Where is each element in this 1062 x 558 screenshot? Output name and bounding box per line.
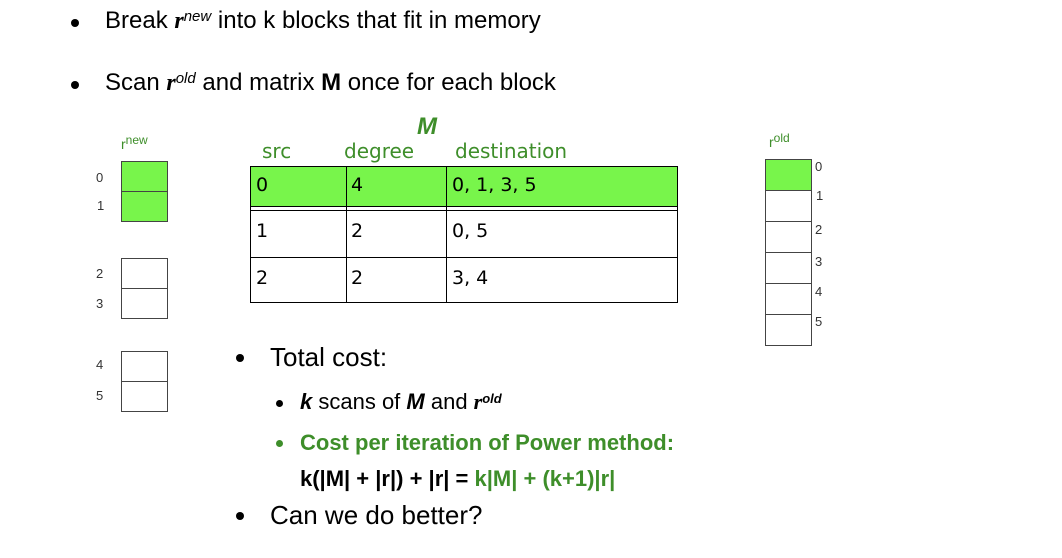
rnew-index: 4 <box>96 357 104 372</box>
rold-index: 0 <box>815 159 823 174</box>
rold-cell-5 <box>765 314 812 346</box>
sub-bullet-k-scans: k scans of M and rold <box>300 389 502 414</box>
rold-cell-4 <box>765 283 812 315</box>
bullet-dot <box>236 354 244 362</box>
rnew-cell-0 <box>121 161 168 192</box>
table-cell-src: 2 <box>256 267 269 289</box>
table-cell-destination: 0, 5 <box>452 220 489 242</box>
rold-index: 1 <box>816 188 824 203</box>
can-we-do-better: Can we do better? <box>270 500 483 530</box>
table-cell-degree: 4 <box>351 174 364 196</box>
cost-formula: k(|M| + |r|) + |r| = k|M| + (k+1)|r| <box>300 466 616 491</box>
rnew-index: 5 <box>96 388 104 403</box>
total-cost-heading: Total cost: <box>270 342 388 372</box>
rold-label: rold <box>769 131 790 150</box>
rold-index: 2 <box>815 222 823 237</box>
rnew-index: 3 <box>96 296 104 311</box>
rold-cell-3 <box>765 252 812 284</box>
rold-index: 4 <box>815 284 823 299</box>
bullet-scan-rold: Scan rold and matrix M once for each blo… <box>105 69 556 96</box>
rnew-cell-1 <box>121 191 168 222</box>
rnew-index: 0 <box>96 170 104 185</box>
matrix-title: M <box>417 113 437 140</box>
sub-bullet-dot <box>276 400 283 407</box>
table-cell-src: 0 <box>256 174 269 196</box>
rnew-cell-4 <box>121 351 168 382</box>
header-destination: destination <box>455 139 568 163</box>
rold-index: 5 <box>815 314 823 329</box>
table-cell-degree: 2 <box>351 267 364 289</box>
header-degree: degree <box>344 139 415 163</box>
rold-cell-2 <box>765 221 812 253</box>
rnew-index: 2 <box>96 266 104 281</box>
bullet-dot <box>71 19 79 27</box>
rold-cell-0 <box>765 159 812 191</box>
rnew-cell-3 <box>121 288 168 319</box>
bullet-dot <box>236 512 244 520</box>
table-cell-src: 1 <box>256 220 269 242</box>
table-cell-degree: 2 <box>351 220 364 242</box>
sub-bullet-dot <box>276 440 283 447</box>
rold-cell-1 <box>765 190 812 222</box>
rnew-cell-5 <box>121 381 168 412</box>
header-src: src <box>262 139 292 163</box>
sub-bullet-cost-per-iteration: Cost per iteration of Power method: <box>300 430 675 455</box>
table-cell-destination: 0, 1, 3, 5 <box>452 174 537 196</box>
bullet-dot <box>71 81 79 89</box>
rnew-cell-2 <box>121 258 168 289</box>
rold-index: 3 <box>815 254 823 269</box>
rnew-label: rnew <box>121 133 148 152</box>
rnew-index: 1 <box>97 198 105 213</box>
bullet-break-rnew: Break rnew into k blocks that fit in mem… <box>105 7 541 34</box>
table-cell-destination: 3, 4 <box>452 267 489 289</box>
